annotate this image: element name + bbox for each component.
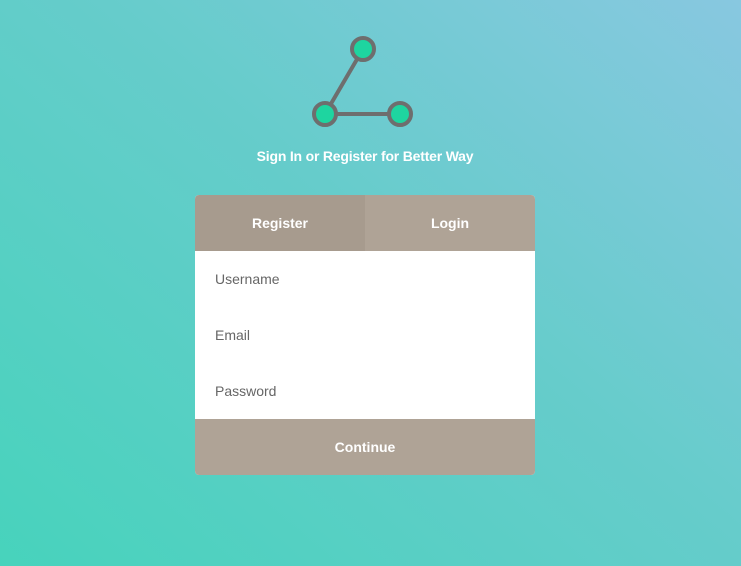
auth-tabs: Register Login bbox=[195, 195, 535, 251]
tagline: Sign In or Register for Better Way bbox=[256, 148, 474, 164]
password-input[interactable] bbox=[195, 363, 535, 419]
username-input[interactable] bbox=[195, 251, 535, 307]
email-input[interactable] bbox=[195, 307, 535, 363]
auth-card: Register Login Continue bbox=[195, 195, 535, 475]
continue-button[interactable]: Continue bbox=[195, 419, 535, 475]
tab-login[interactable]: Login bbox=[365, 195, 535, 251]
tab-register[interactable]: Register bbox=[195, 195, 365, 251]
form-fields bbox=[195, 251, 535, 419]
network-nodes-icon bbox=[312, 36, 413, 127]
